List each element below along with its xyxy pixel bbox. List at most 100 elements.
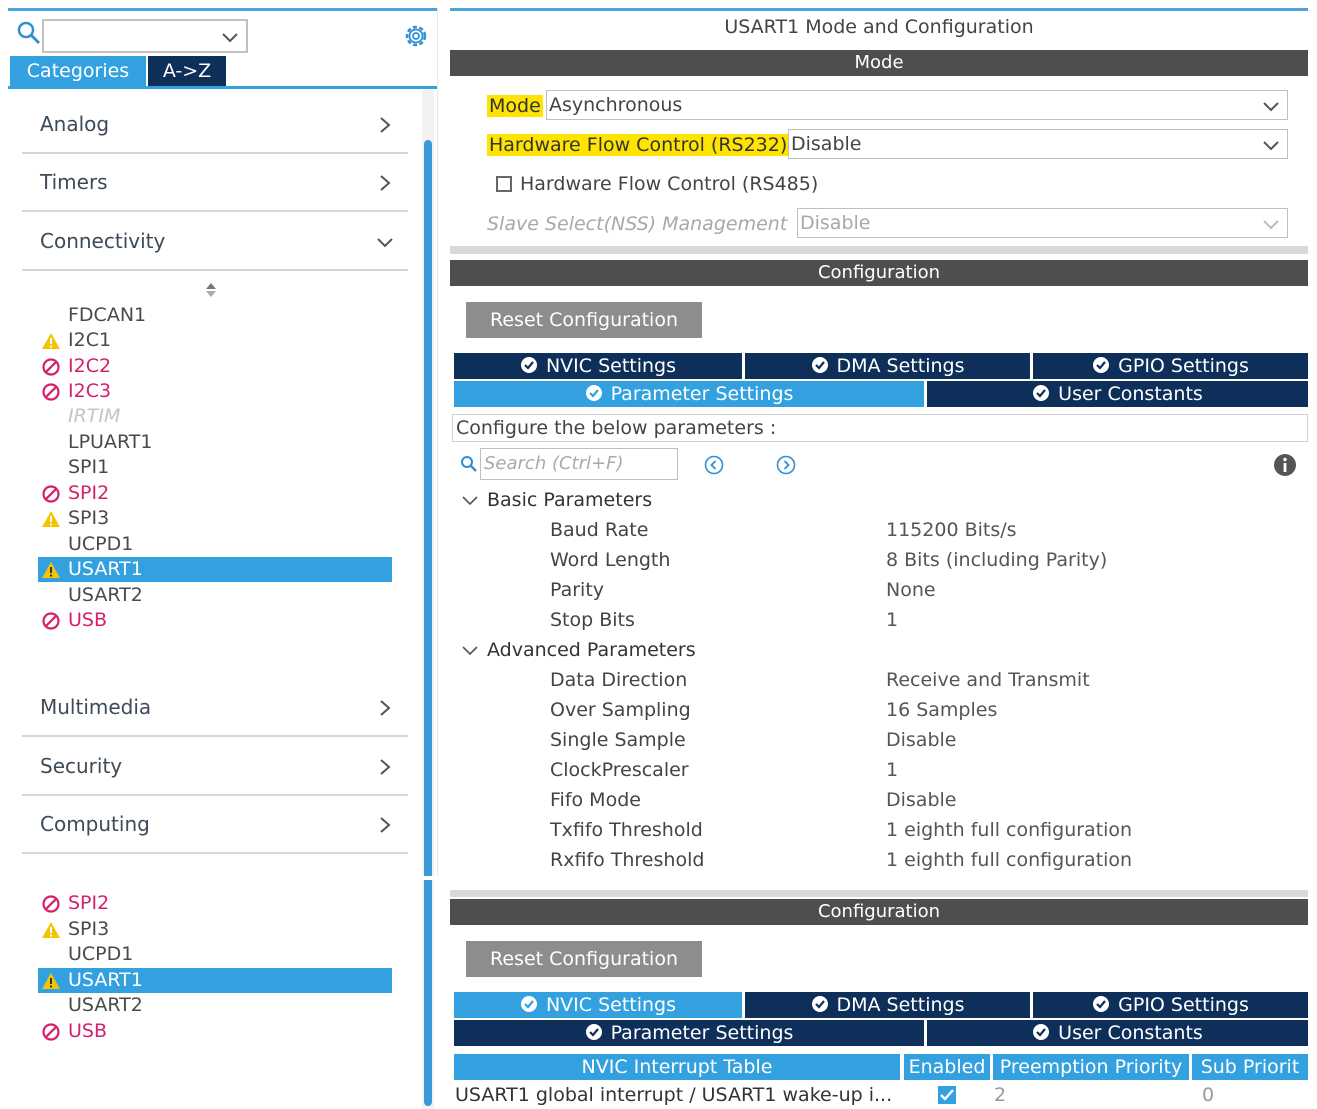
param-name: Single Sample — [550, 729, 686, 751]
chevron-right-icon — [380, 700, 391, 716]
configure-note: Configure the below parameters : — [452, 414, 1308, 442]
category-timers[interactable]: Timers — [22, 156, 408, 212]
peripheral-item-i2c1[interactable]: I2C1 — [38, 328, 392, 353]
param-value[interactable]: Disable — [886, 789, 956, 811]
param-value[interactable]: None — [886, 579, 936, 601]
tab-dma-settings[interactable]: DMA Settings — [745, 353, 1030, 379]
mode-label: Mode — [487, 92, 543, 120]
param-value[interactable]: 1 eighth full configuration — [886, 819, 1132, 841]
param-value[interactable]: 1 — [886, 759, 898, 781]
tab-parameter-settings[interactable]: Parameter Settings — [454, 381, 924, 407]
peripheral-item-ucpd1[interactable]: UCPD1 — [38, 942, 392, 967]
category-multimedia[interactable]: Multimedia — [22, 681, 408, 737]
scrollbar-thumb[interactable] — [424, 140, 432, 876]
tab-nvic-settings[interactable]: NVIC Settings — [454, 992, 742, 1018]
table-header-enabled[interactable]: Enabled — [904, 1054, 990, 1080]
peripheral-item-spi3[interactable]: SPI3 — [38, 506, 392, 531]
peripheral-item-spi2[interactable]: SPI2 — [38, 481, 392, 506]
tab-user-constants[interactable]: User Constants — [927, 381, 1308, 407]
param-value[interactable]: 1 eighth full configuration — [886, 849, 1132, 871]
table-cell-sub-priority[interactable]: 0 — [1202, 1082, 1302, 1108]
peripheral-item-ucpd1[interactable]: UCPD1 — [38, 532, 392, 557]
category-label: Computing — [40, 812, 150, 836]
category-analog[interactable]: Analog — [22, 98, 408, 154]
peripheral-label: IRTIM — [68, 405, 121, 427]
reset-configuration-button[interactable]: Reset Configuration — [466, 941, 702, 977]
configuration-header: Configuration — [450, 260, 1308, 286]
tab-parameter-settings[interactable]: Parameter Settings — [454, 1020, 924, 1046]
table-header-sub-priority[interactable]: Sub Priorit — [1192, 1054, 1308, 1080]
table-header-preemption[interactable]: Preemption Priority — [993, 1054, 1189, 1080]
category-connectivity[interactable]: Connectivity — [22, 215, 408, 271]
peripheral-item-usart1[interactable]: USART1 — [38, 557, 392, 582]
peripheral-item-spi3[interactable]: SPI3 — [38, 917, 392, 942]
category-label: Analog — [40, 112, 110, 136]
peripheral-item-i2c2[interactable]: I2C2 — [38, 354, 392, 379]
peripheral-label: USART1 — [68, 558, 143, 580]
reset-configuration-button[interactable]: Reset Configuration — [466, 302, 702, 338]
param-value[interactable]: 115200 Bits/s — [886, 519, 1017, 541]
peripheral-item-spi2[interactable]: SPI2 — [38, 891, 392, 916]
peripheral-label: I2C3 — [68, 380, 112, 402]
tab-label: DMA Settings — [836, 994, 965, 1016]
check-circle-icon — [520, 996, 537, 1012]
category-label: Timers — [40, 170, 108, 194]
tab-user-constants[interactable]: User Constants — [927, 1020, 1308, 1046]
tab-label: Parameter Settings — [610, 1022, 794, 1044]
param-value[interactable]: 1 — [886, 609, 898, 631]
peripheral-item-usart2[interactable]: USART2 — [38, 993, 392, 1018]
search-icon[interactable] — [16, 20, 42, 46]
vertical-scrollbar[interactable] — [422, 90, 434, 876]
usart1-config-panel: USART1 Mode and Configuration Mode Mode … — [450, 8, 1308, 876]
tab-atoz[interactable]: A->Z — [148, 56, 226, 86]
peripheral-label: FDCAN1 — [68, 304, 147, 326]
tab-categories[interactable]: Categories — [10, 56, 146, 86]
gear-icon[interactable] — [402, 22, 430, 50]
check-circle-icon — [811, 996, 828, 1012]
peripheral-item-irtim: IRTIM — [38, 404, 392, 429]
peripheral-item-spi1[interactable]: SPI1 — [38, 455, 392, 480]
enabled-checkbox[interactable] — [938, 1086, 956, 1104]
tab-label: GPIO Settings — [1118, 994, 1249, 1016]
peripheral-item-i2c3[interactable]: I2C3 — [38, 379, 392, 404]
category-computing[interactable]: Computing — [22, 798, 408, 854]
peripheral-item-usart1[interactable]: USART1 — [38, 968, 392, 993]
peripheral-item-lpuart1[interactable]: LPUART1 — [38, 430, 392, 455]
peripheral-label: UCPD1 — [68, 533, 134, 555]
search-combo[interactable] — [42, 19, 248, 53]
check-circle-icon — [1033, 1024, 1050, 1040]
previous-icon[interactable] — [704, 455, 724, 475]
scrollbar-thumb[interactable] — [424, 880, 432, 1106]
next-icon[interactable] — [776, 455, 796, 475]
tab-gpio-settings[interactable]: GPIO Settings — [1033, 353, 1308, 379]
tab-gpio-settings[interactable]: GPIO Settings — [1033, 992, 1308, 1018]
warning-icon — [42, 922, 60, 938]
peripheral-item-usb[interactable]: USB — [38, 1019, 392, 1044]
peripheral-label: SPI2 — [68, 482, 110, 504]
table-header-interrupt[interactable]: NVIC Interrupt Table — [454, 1054, 900, 1080]
tab-nvic-settings[interactable]: NVIC Settings — [454, 353, 742, 379]
parameter-search-input[interactable]: Search (Ctrl+F) — [480, 448, 678, 480]
tab-underline — [8, 86, 437, 89]
param-name: Baud Rate — [550, 519, 649, 541]
param-value[interactable]: 8 Bits (including Parity) — [886, 549, 1107, 571]
hw-flow-rs232-select[interactable]: Disable — [788, 129, 1288, 159]
vertical-scrollbar[interactable] — [422, 880, 434, 1109]
tab-dma-settings[interactable]: DMA Settings — [745, 992, 1030, 1018]
category-security[interactable]: Security — [22, 740, 408, 796]
param-name: Rxfifo Threshold — [550, 849, 705, 871]
info-icon[interactable] — [1273, 453, 1297, 477]
peripheral-label: USART2 — [68, 584, 143, 606]
sort-icon[interactable] — [204, 280, 218, 300]
param-value[interactable]: Disable — [886, 729, 956, 751]
peripheral-item-usart2[interactable]: USART2 — [38, 583, 392, 608]
tab-label: User Constants — [1058, 383, 1203, 405]
table-cell-preemption[interactable]: 2 — [994, 1082, 1184, 1108]
param-value[interactable]: Receive and Transmit — [886, 669, 1090, 691]
peripheral-item-usb[interactable]: USB — [38, 608, 392, 633]
hw-flow-rs485-checkbox[interactable] — [496, 176, 512, 192]
param-value[interactable]: 16 Samples — [886, 699, 997, 721]
mode-select[interactable]: Asynchronous — [546, 90, 1288, 120]
peripheral-item-fdcan1[interactable]: FDCAN1 — [38, 303, 392, 328]
nss-select: Disable — [797, 208, 1288, 238]
